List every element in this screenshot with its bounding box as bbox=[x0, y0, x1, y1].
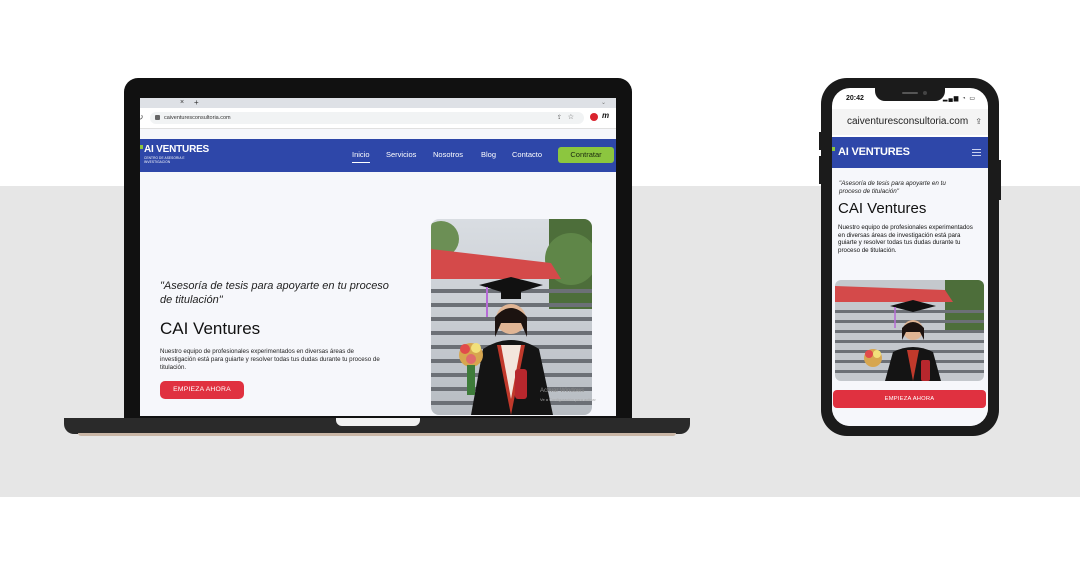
nav-item-contacto[interactable]: Contacto bbox=[512, 150, 542, 160]
tab-close-icon[interactable]: × bbox=[180, 98, 184, 108]
windows-activation-watermark-sub: Ve a Configuración para activar bbox=[540, 397, 596, 402]
windows-activation-watermark: Activar Windows bbox=[540, 388, 585, 394]
phone-hero-title: CAI Ventures bbox=[838, 200, 927, 217]
hamburger-menu-icon[interactable] bbox=[972, 149, 981, 156]
phone-hero-description: Nuestro equipo de profesionales experime… bbox=[838, 224, 973, 254]
lock-icon bbox=[155, 115, 160, 120]
contratar-button[interactable]: Contratar bbox=[558, 147, 614, 163]
phone-volume-up bbox=[819, 132, 822, 150]
graduate-photo bbox=[431, 219, 592, 415]
phone-logo-accent bbox=[832, 147, 835, 151]
phone-url-text: caiventuresconsultoria.com bbox=[847, 116, 969, 127]
phone-notch bbox=[875, 88, 945, 101]
status-icons: ▂▄▆ ◔ ▭ bbox=[942, 96, 976, 102]
logo-accent bbox=[140, 145, 143, 149]
phone-screen: 20:42 ▂▄▆ ◔ ▭ caiventuresconsultoria.com… bbox=[832, 88, 988, 426]
phone-share-icon[interactable]: ⇪ bbox=[975, 117, 982, 126]
bookmark-star-icon[interactable]: ☆ bbox=[568, 113, 574, 123]
speaker-grille bbox=[902, 92, 918, 94]
address-bar[interactable]: caiventuresconsultoria.com ⇪ ☆ bbox=[150, 112, 584, 124]
nav-item-servicios[interactable]: Servicios bbox=[386, 150, 416, 160]
laptop-notch bbox=[336, 418, 420, 426]
hero-quote: "Asesoría de tesis para apoyarte en tu p… bbox=[160, 280, 389, 306]
phone-hero-quote: "Asesoría de tesis para apoyarte en tu p… bbox=[839, 180, 946, 195]
site-header: AI VENTURES CENTRO DE ASESORIA E INVESTI… bbox=[140, 139, 616, 172]
browser-toolbar: ↻ caiventuresconsultoria.com ⇪ ☆ m bbox=[140, 108, 616, 129]
site-logo[interactable]: AI VENTURES CENTRO DE ASESORIA E INVESTI… bbox=[140, 144, 210, 164]
new-tab-icon[interactable]: + bbox=[194, 98, 199, 108]
phone-graduate-photo bbox=[835, 280, 984, 381]
browser-tab-strip: × + ⌄ bbox=[140, 98, 616, 108]
logo-tagline-2: INVESTIGACION bbox=[144, 160, 171, 164]
nav-item-nosotros[interactable]: Nosotros bbox=[433, 150, 463, 160]
reload-icon[interactable]: ↻ bbox=[140, 112, 144, 123]
laptop-base-shadow bbox=[78, 433, 676, 436]
share-icon[interactable]: ⇪ bbox=[557, 113, 562, 123]
logo-wordmark: AI VENTURES bbox=[144, 144, 210, 155]
phone-address-bar[interactable]: caiventuresconsultoria.com ⇪ bbox=[832, 109, 988, 135]
front-camera bbox=[923, 91, 927, 95]
empieza-ahora-button[interactable]: EMPIEZA AHORA bbox=[160, 381, 244, 399]
nav-item-inicio[interactable]: Inicio bbox=[352, 150, 370, 163]
phone-graduate-illustration bbox=[835, 280, 984, 381]
nav-item-blog[interactable]: Blog bbox=[481, 150, 496, 160]
phone-frame: 20:42 ▂▄▆ ◔ ▭ caiventuresconsultoria.com… bbox=[819, 78, 1001, 436]
url-text: caiventuresconsultoria.com bbox=[164, 115, 231, 121]
phone-volume-down bbox=[819, 156, 822, 184]
phone-site-header: AI VENTURES bbox=[832, 137, 988, 168]
status-time: 20:42 bbox=[846, 95, 864, 102]
tab-search-icon[interactable]: ⌄ bbox=[601, 98, 606, 108]
graduate-illustration bbox=[431, 219, 592, 415]
laptop-frame: × + ⌄ ↻ caiventuresconsultoria.com ⇪ ☆ m… bbox=[124, 78, 632, 420]
extension-m-icon[interactable]: m bbox=[602, 111, 609, 120]
hero-description: Nuestro equipo de profesionales experime… bbox=[160, 348, 380, 371]
laptop-screen: × + ⌄ ↻ caiventuresconsultoria.com ⇪ ☆ m… bbox=[140, 98, 616, 416]
extension-red-icon[interactable] bbox=[590, 113, 598, 121]
phone-power-button bbox=[998, 160, 1001, 200]
phone-empieza-ahora-button[interactable]: EMPIEZA AHORA bbox=[833, 390, 986, 408]
hero-title: CAI Ventures bbox=[160, 319, 261, 338]
phone-logo[interactable]: AI VENTURES bbox=[838, 146, 910, 158]
